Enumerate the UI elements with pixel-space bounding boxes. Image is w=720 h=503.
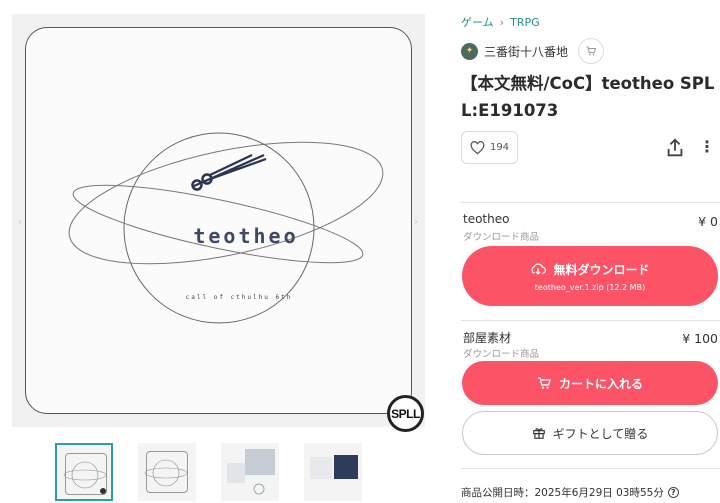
more-icon[interactable]: ⋮ bbox=[699, 137, 715, 159]
item-name: 部屋素材 bbox=[463, 331, 512, 345]
thumbnail-3[interactable] bbox=[221, 443, 279, 501]
free-download-button[interactable]: 無料ダウンロード teotheo_ver.1.zip (12.2 MB) bbox=[462, 246, 718, 306]
thumbnail-room-preview bbox=[227, 449, 275, 495]
divider bbox=[461, 202, 720, 203]
share-icon[interactable] bbox=[664, 137, 686, 159]
thumbnail-4[interactable] bbox=[304, 443, 362, 501]
cover-subtitle: call of cthulhu 6th bbox=[185, 294, 293, 301]
shop-avatar[interactable]: ✦ bbox=[461, 42, 478, 60]
cover-logo-text: teotheo bbox=[193, 224, 299, 248]
cloud-download-icon bbox=[531, 263, 547, 275]
download-file-info: teotheo_ver.1.zip (12.2 MB) bbox=[534, 282, 646, 292]
divider bbox=[461, 320, 720, 321]
item-price: ¥ 100 bbox=[682, 331, 718, 346]
publish-date: 商品公開日時：2025年6月29日 03時55分 ? bbox=[461, 485, 679, 500]
add-to-cart-button[interactable]: カートに入れる bbox=[462, 361, 718, 405]
thumbnail-2[interactable] bbox=[138, 443, 196, 501]
product-title: 【本文無料/CoC】teotheo SPLL:E191073 bbox=[461, 74, 715, 120]
breadcrumb-trpg[interactable]: TRPG bbox=[510, 16, 540, 29]
breadcrumb-game[interactable]: ゲーム bbox=[461, 14, 494, 30]
like-button[interactable]: 194 bbox=[461, 131, 518, 164]
cart-icon bbox=[538, 377, 552, 389]
heart-icon bbox=[470, 140, 485, 154]
shop-name[interactable]: 三番街十八番地 bbox=[484, 43, 568, 60]
gift-label: ギフトとして贈る bbox=[552, 426, 649, 441]
item-name: teotheo bbox=[463, 212, 510, 226]
item-price: ¥ 0 bbox=[698, 214, 718, 229]
breadcrumb: ゲーム › TRPG bbox=[461, 14, 540, 30]
shop-cart-icon[interactable] bbox=[578, 38, 605, 64]
cover-rings-illustration bbox=[68, 132, 384, 324]
divider bbox=[461, 468, 720, 469]
help-icon[interactable]: ? bbox=[667, 487, 679, 498]
gift-button[interactable]: ギフトとして贈る bbox=[462, 411, 718, 455]
gift-icon bbox=[532, 428, 545, 439]
cover-badge: SPLL bbox=[387, 395, 424, 432]
thumbnail-rings-icon bbox=[63, 461, 107, 494]
thumbnail-room-preview bbox=[310, 455, 358, 479]
thumbnail-1[interactable] bbox=[55, 443, 113, 501]
thumbnail-rings-icon bbox=[144, 459, 188, 487]
item-type: ダウンロード商品 bbox=[463, 232, 540, 243]
cover-artwork: teotheo call of cthulhu 6th SPLL bbox=[25, 27, 424, 432]
publish-date-text: 商品公開日時：2025年6月29日 03時55分 bbox=[461, 487, 664, 499]
add-to-cart-label: カートに入れる bbox=[558, 376, 643, 391]
shop-info: ✦ 三番街十八番地 bbox=[461, 38, 605, 64]
item-type: ダウンロード商品 bbox=[463, 349, 540, 360]
chevron-right-icon: › bbox=[499, 15, 505, 29]
like-count: 194 bbox=[489, 142, 510, 153]
free-download-label: 無料ダウンロード bbox=[553, 262, 650, 277]
